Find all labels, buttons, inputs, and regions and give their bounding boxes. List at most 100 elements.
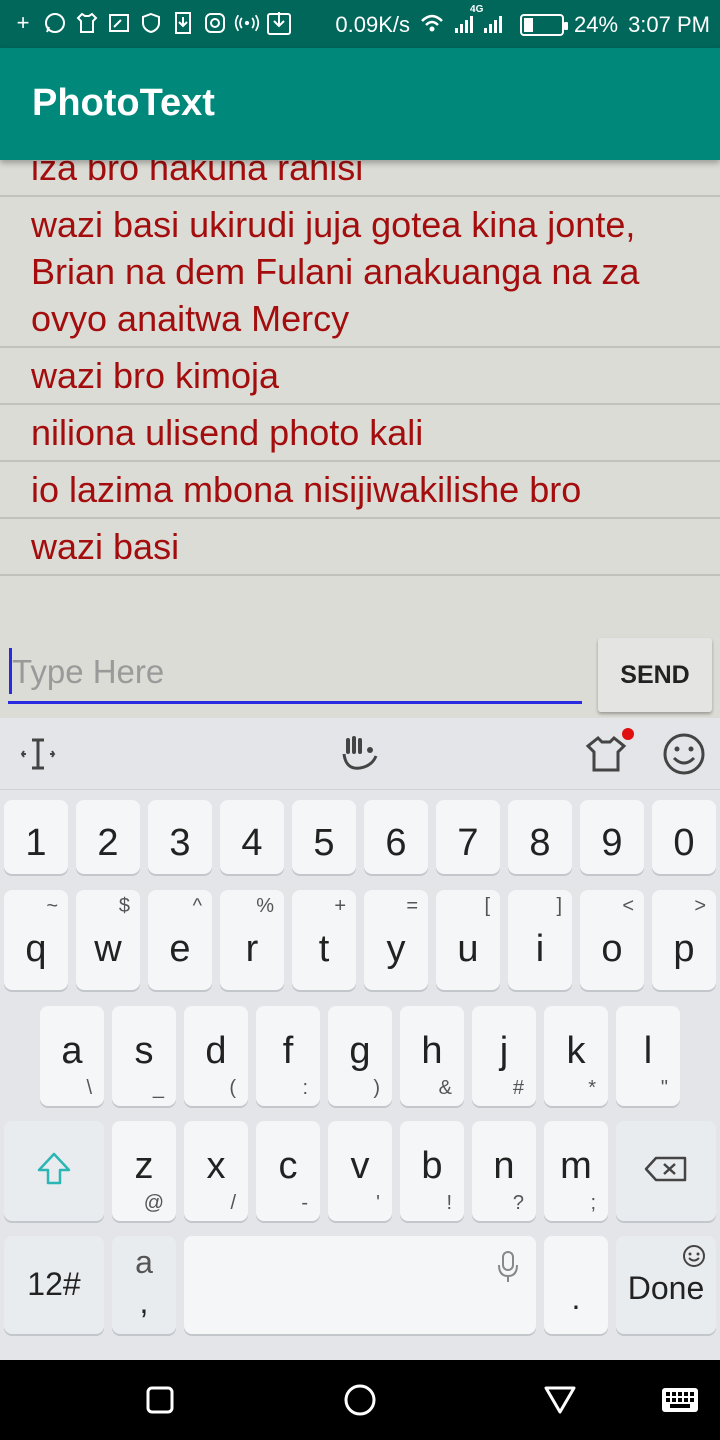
message-input[interactable] xyxy=(8,644,582,700)
key-c[interactable]: c- xyxy=(256,1121,320,1221)
key-n[interactable]: n? xyxy=(472,1121,536,1221)
app-bar: PhotoText xyxy=(0,48,720,160)
key-g-label: g xyxy=(349,1030,371,1072)
add-icon: + xyxy=(16,10,30,35)
key-e-symbol: ^ xyxy=(192,895,202,917)
key-1[interactable]: 1 xyxy=(4,800,68,874)
screen-cast-icon xyxy=(106,8,132,38)
key-3[interactable]: 3 xyxy=(148,800,212,874)
key-2-label: 2 xyxy=(97,822,119,864)
key-w-symbol: $ xyxy=(118,895,130,917)
key-r[interactable]: r% xyxy=(220,890,284,990)
space-key[interactable] xyxy=(184,1236,536,1334)
key-8-label: 8 xyxy=(529,822,551,864)
symbols-key[interactable]: 12# xyxy=(4,1236,104,1334)
key-f-label: f xyxy=(282,1030,294,1072)
shield-icon xyxy=(138,8,164,38)
emoji-icon[interactable] xyxy=(660,730,708,778)
message-item: wazi bro kimoja xyxy=(0,348,720,405)
soft-keyboard: 1 2 3 4 5 6 7 8 9 0 q ~ w $ e ^ r% t + y = u[i] o < p > a \ s _ d(f: g)… xyxy=(0,718,720,1360)
key-9[interactable]: 9 xyxy=(580,800,644,874)
key-c-label: c xyxy=(278,1145,298,1187)
key-k-label: k xyxy=(566,1030,586,1072)
key-a[interactable]: a \ xyxy=(40,1006,104,1106)
key-h[interactable]: h & xyxy=(400,1006,464,1106)
back-triangle-icon[interactable] xyxy=(540,1380,580,1420)
language-key[interactable]: a , xyxy=(112,1236,176,1334)
key-i-symbol: ] xyxy=(556,895,562,917)
key-y-symbol: = xyxy=(406,895,418,917)
key-o-symbol: < xyxy=(622,895,634,917)
key-k[interactable]: k * xyxy=(544,1006,608,1106)
key-g[interactable]: g) xyxy=(328,1006,392,1106)
key-i[interactable]: i] xyxy=(508,890,572,990)
key-b[interactable]: b! xyxy=(400,1121,464,1221)
key-d[interactable]: d( xyxy=(184,1006,248,1106)
key-z-symbol: @ xyxy=(143,1192,164,1214)
done-label: Done xyxy=(627,1270,705,1306)
key-2[interactable]: 2 xyxy=(76,800,140,874)
key-z[interactable]: z @ xyxy=(112,1121,176,1221)
key-v[interactable]: v ' xyxy=(328,1121,392,1221)
app-title: PhotoText xyxy=(32,82,215,124)
key-v-label: v xyxy=(350,1145,370,1187)
key-4-label: 4 xyxy=(241,822,263,864)
key-u-symbol: [ xyxy=(484,895,490,917)
message-item: wazi basi ukirudi juja gotea kina jonte,… xyxy=(0,197,720,348)
battery-percent: 24% xyxy=(574,12,619,37)
key-q-label: q xyxy=(25,928,47,970)
theme-shirt-icon[interactable] xyxy=(582,728,634,778)
shift-key[interactable] xyxy=(4,1121,104,1221)
key-y[interactable]: y = xyxy=(364,890,428,990)
period-key[interactable]: . xyxy=(544,1236,608,1334)
key-p[interactable]: p > xyxy=(652,890,716,990)
key-u[interactable]: u[ xyxy=(436,890,500,990)
network-type: 4G xyxy=(470,4,484,15)
key-4[interactable]: 4 xyxy=(220,800,284,874)
key-5[interactable]: 5 xyxy=(292,800,356,874)
key-t-label: t xyxy=(318,928,330,970)
backspace-icon xyxy=(644,1155,688,1188)
key-0-label: 0 xyxy=(673,822,695,864)
key-f-symbol: : xyxy=(302,1077,308,1099)
key-q[interactable]: q ~ xyxy=(4,890,68,990)
key-p-label: p xyxy=(673,928,695,970)
home-circle-icon[interactable] xyxy=(340,1380,380,1420)
text-cursor-icon[interactable] xyxy=(18,730,58,778)
done-key[interactable]: Done xyxy=(616,1236,716,1334)
key-j[interactable]: j # xyxy=(472,1006,536,1106)
key-x[interactable]: x / xyxy=(184,1121,248,1221)
recents-square-icon[interactable] xyxy=(140,1380,180,1420)
key-8[interactable]: 8 xyxy=(508,800,572,874)
signal-icon: 4G xyxy=(454,4,510,40)
key-o[interactable]: o < xyxy=(580,890,644,990)
backspace-key[interactable] xyxy=(616,1121,716,1221)
send-button[interactable]: SEND xyxy=(598,638,712,712)
key-l[interactable]: l " xyxy=(616,1006,680,1106)
key-7-label: 7 xyxy=(457,822,479,864)
key-u-label: u xyxy=(457,928,479,970)
key-m[interactable]: m; xyxy=(544,1121,608,1221)
key-s[interactable]: s _ xyxy=(112,1006,176,1106)
key-f[interactable]: f: xyxy=(256,1006,320,1106)
key-z-label: z xyxy=(134,1145,154,1187)
message-item: io lazima mbona nisijiwakilishe bro xyxy=(0,462,720,519)
battery-icon xyxy=(520,14,569,36)
key-t[interactable]: t + xyxy=(292,890,356,990)
whatsapp-icon xyxy=(42,8,68,38)
key-0[interactable]: 0 xyxy=(652,800,716,874)
voice-hand-icon[interactable] xyxy=(336,730,384,778)
language-key-letter: a xyxy=(135,1244,153,1280)
key-6[interactable]: 6 xyxy=(364,800,428,874)
key-r-symbol: % xyxy=(256,895,274,917)
key-w[interactable]: w $ xyxy=(76,890,140,990)
instagram-icon xyxy=(202,8,228,38)
key-3-label: 3 xyxy=(169,822,191,864)
key-m-label: m xyxy=(560,1145,592,1187)
download-file-icon xyxy=(170,8,196,38)
message-list[interactable]: iza bro hakuna rahisi wazi basi ukirudi … xyxy=(0,140,720,580)
key-7[interactable]: 7 xyxy=(436,800,500,874)
keyboard-icon[interactable] xyxy=(660,1380,700,1420)
key-e[interactable]: e ^ xyxy=(148,890,212,990)
message-item: wazi basi xyxy=(0,519,720,576)
